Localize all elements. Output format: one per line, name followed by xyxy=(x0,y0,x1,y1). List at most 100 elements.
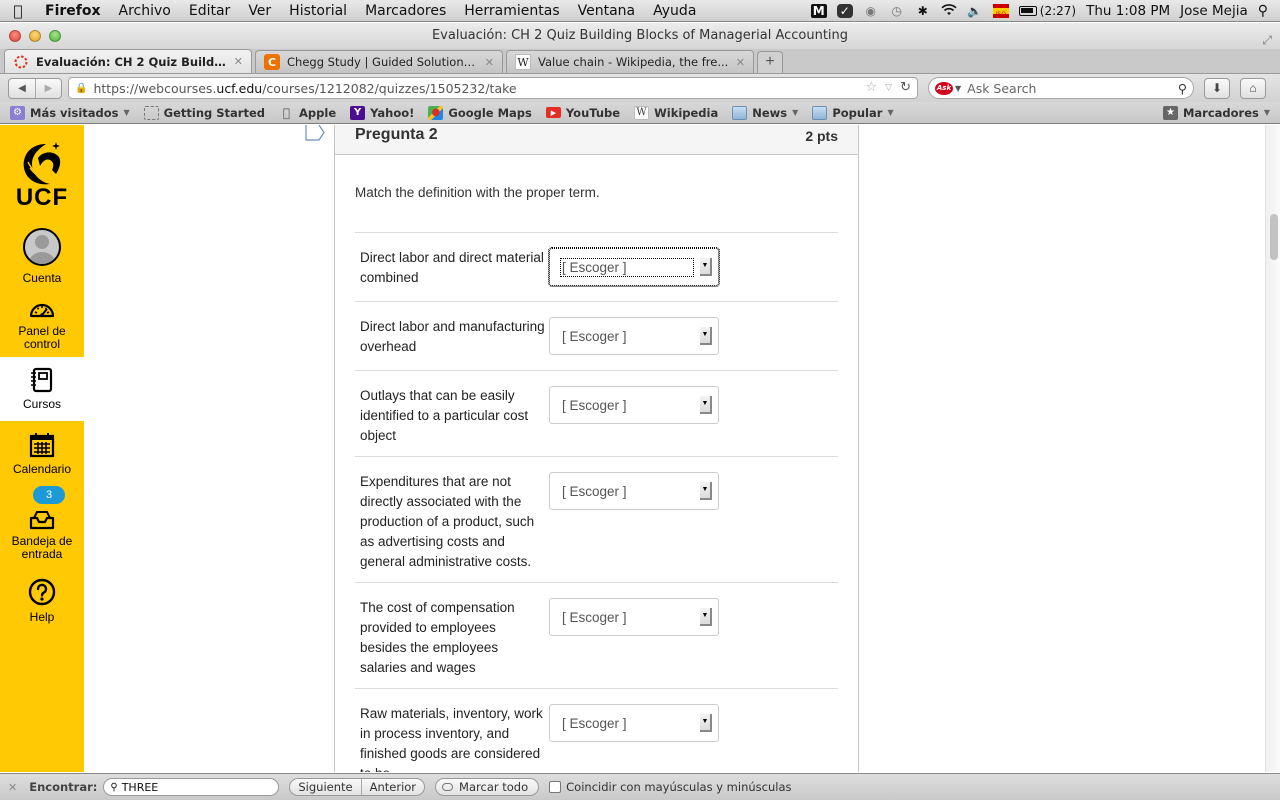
history-dropdown-icon[interactable]: ▽ xyxy=(885,80,892,96)
close-tab-icon[interactable]: ✕ xyxy=(234,55,243,68)
sidebar-item-help[interactable]: Help xyxy=(0,567,84,635)
tab-wikipedia[interactable]: W Value chain - Wikipedia, the fre... ✕ xyxy=(506,50,754,73)
match-answer-select[interactable]: [ Escoger ] ▼ xyxy=(549,386,719,424)
close-tab-icon[interactable]: ✕ xyxy=(736,56,745,69)
bookmark-getting-started[interactable]: Getting Started xyxy=(143,105,265,120)
match-answer-select[interactable]: [ Escoger ] ▼ xyxy=(549,598,719,636)
menu-herramientas[interactable]: Herramientas xyxy=(455,3,568,19)
sidebar-item-cuenta[interactable]: Cuenta xyxy=(0,221,84,291)
eye-icon[interactable]: ◉ xyxy=(863,4,879,18)
sidebar-label: Calendario xyxy=(12,462,72,476)
sidebar-label: Bandeja de entrada xyxy=(11,533,73,561)
wifi-icon[interactable] xyxy=(941,3,957,18)
url-actions: ☆ ▽ ↻ xyxy=(866,80,911,96)
bookmark-apple[interactable]:  Apple xyxy=(279,106,336,120)
reload-icon[interactable]: ↻ xyxy=(900,80,911,96)
bluetooth-icon[interactable]: ✱ xyxy=(915,4,931,18)
ask-engine-icon[interactable]: Ask xyxy=(935,81,953,95)
battery-status[interactable]: (2:27) xyxy=(1018,4,1076,18)
dropdown-arrow-icon: ▼ xyxy=(700,482,712,500)
apple-logo-icon[interactable]:  xyxy=(0,2,36,20)
close-window-button[interactable] xyxy=(9,30,21,42)
question-prompt: Match the definition with the proper ter… xyxy=(355,185,600,200)
bookmark-label: YouTube xyxy=(565,105,621,120)
input-source-flag-icon[interactable]: ISO xyxy=(992,3,1009,18)
ucf-logo[interactable]: UCF xyxy=(0,125,84,221)
page-scrollbar[interactable] xyxy=(1265,125,1280,772)
select-value: [ Escoger ] xyxy=(562,609,627,625)
check-shield-icon[interactable]: ✓ xyxy=(836,3,853,18)
bookmark-star-icon[interactable]: ☆ xyxy=(866,80,878,96)
url-bar[interactable]: 🔒 https://webcourses.ucf.edu/courses/121… xyxy=(68,77,918,99)
home-button[interactable]: ⌂ xyxy=(1240,77,1266,99)
menu-ventana[interactable]: Ventana xyxy=(569,3,645,19)
search-bar[interactable]: Ask ▼ Ask Search ⚲ xyxy=(928,77,1194,99)
spotlight-search-icon[interactable]: ⚲ xyxy=(1258,3,1268,19)
bookmarks-menu-button[interactable]: ★ Marcadores ▼ xyxy=(1162,105,1270,120)
menu-archivo[interactable]: Archivo xyxy=(110,3,180,19)
find-label: Encontrar: xyxy=(29,780,98,794)
question-flag-icon[interactable] xyxy=(305,125,325,141)
menu-ayuda[interactable]: Ayuda xyxy=(644,3,705,19)
bookmarks-star-icon: ★ xyxy=(1162,105,1178,120)
select-value: [ Escoger ] xyxy=(562,483,627,499)
forward-button[interactable]: ▶ xyxy=(35,78,61,98)
bookmark-mas-visitados[interactable]: ⚙ Más visitados ▼ xyxy=(10,105,130,120)
checkbox-box[interactable] xyxy=(549,781,562,793)
volume-icon[interactable]: 🔈 xyxy=(967,4,983,18)
tab-quiz[interactable]: Evaluación: CH 2 Quiz Building ... ✕ xyxy=(4,49,252,73)
menu-app-firefox[interactable]: Firefox xyxy=(36,3,110,19)
scrollbar-thumb[interactable] xyxy=(1270,214,1278,260)
search-input[interactable]: Ask Search xyxy=(967,81,1178,96)
match-case-label: Coincidir con mayúsculas y minúsculas xyxy=(566,780,792,794)
menu-marcadores[interactable]: Marcadores xyxy=(356,3,455,19)
zoom-window-button[interactable] xyxy=(49,30,61,42)
menu-historial[interactable]: Historial xyxy=(280,3,356,19)
highlight-all-toggle[interactable]: Marcar todo xyxy=(435,778,540,796)
bookmark-youtube[interactable]: ▶ YouTube xyxy=(545,105,621,120)
clock[interactable]: Thu 1:08 PM xyxy=(1086,3,1170,19)
url-text[interactable]: https://webcourses.ucf.edu/courses/12120… xyxy=(93,81,865,96)
match-answer-select[interactable]: [ Escoger ] ▼ xyxy=(548,247,720,287)
find-bar: ✕ Encontrar: ⚲ THREE Siguiente Anterior … xyxy=(0,773,1280,800)
back-button[interactable]: ◀ xyxy=(9,79,35,98)
match-answer-select[interactable]: [ Escoger ] ▼ xyxy=(549,704,719,742)
menu-ver[interactable]: Ver xyxy=(239,3,280,19)
unread-count-badge: 3 xyxy=(33,486,65,504)
time-machine-icon[interactable]: ◷ xyxy=(889,4,905,18)
bookmark-folder-popular[interactable]: Popular ▼ xyxy=(812,105,894,120)
minimize-window-button[interactable] xyxy=(29,30,41,42)
match-answer-select[interactable]: [ Escoger ] ▼ xyxy=(549,317,719,355)
m-app-icon[interactable]: M xyxy=(810,3,827,18)
user-name[interactable]: Jose Mejia xyxy=(1180,3,1248,19)
find-next-button[interactable]: Siguiente xyxy=(290,779,360,795)
match-case-checkbox[interactable]: Coincidir con mayúsculas y minúsculas xyxy=(549,780,792,794)
help-question-icon xyxy=(28,578,56,606)
search-icon[interactable]: ⚲ xyxy=(1178,81,1187,96)
sidebar-item-calendario[interactable]: Calendario xyxy=(0,421,84,487)
tab-chegg[interactable]: C Chegg Study | Guided Solutions... ✕ xyxy=(255,50,503,73)
bookmark-google-maps[interactable]: ● Google Maps xyxy=(428,105,532,120)
courses-notebook-icon xyxy=(31,367,53,393)
bookmark-yahoo[interactable]: Y Yahoo! xyxy=(350,105,414,120)
match-answer-select[interactable]: [ Escoger ] ▼ xyxy=(549,472,719,510)
pegasus-logo-icon xyxy=(23,142,61,185)
lock-icon[interactable]: 🔒 xyxy=(75,83,87,94)
bookmark-folder-news[interactable]: News ▼ xyxy=(732,105,798,120)
sidebar-item-cursos[interactable]: Cursos xyxy=(0,357,84,421)
sidebar-item-bandeja-de-entrada[interactable]: 3 Bandeja de entrada xyxy=(0,486,84,567)
find-previous-button[interactable]: Anterior xyxy=(360,779,424,795)
engine-dropdown-icon[interactable]: ▼ xyxy=(955,84,961,93)
find-input[interactable]: ⚲ THREE xyxy=(103,778,280,796)
close-tab-icon[interactable]: ✕ xyxy=(485,56,494,69)
downloads-button[interactable]: ⬇ xyxy=(1204,77,1230,99)
bookmark-wikipedia[interactable]: W Wikipedia xyxy=(634,105,718,120)
sidebar-label: Cursos xyxy=(22,397,61,411)
folder-icon xyxy=(812,105,828,120)
new-tab-button[interactable]: + xyxy=(757,51,783,73)
close-findbar-icon[interactable]: ✕ xyxy=(8,781,17,794)
account-avatar-icon xyxy=(23,228,61,266)
sidebar-item-panel-de-control[interactable]: Panel de control xyxy=(0,291,84,357)
menu-editar[interactable]: Editar xyxy=(180,3,239,19)
search-icon: ⚲ xyxy=(110,781,118,793)
